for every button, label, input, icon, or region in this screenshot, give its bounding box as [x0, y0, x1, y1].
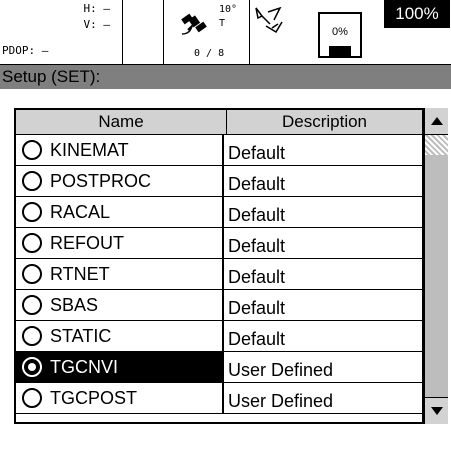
description-cell: User Defined: [228, 360, 334, 380]
scroll-up-button[interactable]: [425, 108, 448, 135]
link-icon: [255, 6, 283, 34]
table-body: KINEMAT Default POSTPROC Default RACAL D…: [16, 135, 422, 414]
elevation-mask-value: 10°: [219, 4, 238, 15]
table-row[interactable]: TGCPOST User Defined: [16, 383, 422, 414]
battery-level: 100%: [384, 0, 450, 28]
arrow-up-icon: [430, 117, 443, 125]
memory-usage-value: 0%: [332, 26, 348, 38]
table-row[interactable]: REFOUT Default: [16, 228, 422, 259]
config-name: RTNET: [50, 264, 110, 284]
radio-button[interactable]: [22, 202, 42, 222]
vertical-scrollbar[interactable]: [424, 108, 448, 424]
memory-card-icon: 0%: [318, 12, 362, 58]
position-quality-panel: H: – V: – PDOP: –: [0, 0, 123, 64]
name-cell: RTNET: [16, 259, 224, 289]
memory-panel[interactable]: 0%: [310, 0, 380, 64]
height-quality-value: H: –: [83, 2, 111, 15]
config-name: KINEMAT: [50, 140, 129, 160]
description-cell: Default: [228, 329, 286, 349]
config-name: POSTPROC: [50, 171, 152, 191]
name-cell: TGCNVI: [16, 352, 224, 382]
name-cell: RACAL: [16, 197, 224, 227]
satellite-type-label: T: [219, 18, 226, 29]
name-cell: REFOUT: [16, 228, 224, 258]
column-header-description[interactable]: Description: [227, 110, 422, 134]
config-name: RACAL: [50, 202, 111, 222]
name-cell: TGCPOST: [16, 383, 224, 413]
description-cell: Default: [228, 205, 286, 225]
pdop-value: PDOP: –: [2, 44, 49, 57]
config-name: SBAS: [50, 295, 99, 315]
status-bar: H: – V: – PDOP: – 10° T 0 / 8 0% 100%: [0, 0, 451, 65]
radio-button[interactable]: [22, 295, 42, 315]
scroll-down-button[interactable]: [425, 397, 448, 424]
radio-button[interactable]: [22, 233, 42, 253]
radio-button[interactable]: [22, 326, 42, 346]
description-cell: Default: [228, 236, 286, 256]
status-empty-cell: [123, 0, 164, 64]
arrow-down-icon: [430, 407, 443, 415]
satellite-count: 0 / 8: [194, 48, 225, 59]
table-row[interactable]: RTNET Default: [16, 259, 422, 290]
description-cell: Default: [228, 298, 286, 318]
page-title: Setup (SET):: [0, 65, 451, 89]
table-row[interactable]: POSTPROC Default: [16, 166, 422, 197]
satellite-icon: [181, 13, 207, 35]
description-cell: Default: [228, 143, 286, 163]
radio-button[interactable]: [22, 171, 42, 191]
memory-card-slot: [329, 46, 351, 56]
config-name: REFOUT: [50, 233, 124, 253]
link-panel[interactable]: [250, 0, 310, 64]
battery-panel[interactable]: 100%: [382, 0, 451, 64]
name-cell: KINEMAT: [16, 135, 224, 165]
table-row[interactable]: TGCNVI User Defined: [16, 352, 422, 383]
config-name: STATIC: [50, 326, 112, 346]
position-quality-value: V: –: [83, 18, 111, 31]
table-row[interactable]: RACAL Default: [16, 197, 422, 228]
description-cell: Default: [228, 267, 286, 287]
radio-button[interactable]: [22, 388, 42, 408]
table-row[interactable]: KINEMAT Default: [16, 135, 422, 166]
name-cell: STATIC: [16, 321, 224, 351]
name-cell: POSTPROC: [16, 166, 224, 196]
description-cell: User Defined: [228, 391, 334, 411]
radio-button[interactable]: [22, 357, 42, 377]
table-row[interactable]: SBAS Default: [16, 290, 422, 321]
column-header-name[interactable]: Name: [16, 110, 227, 134]
radio-button[interactable]: [22, 140, 42, 160]
description-cell: Default: [228, 174, 286, 194]
radio-button[interactable]: [22, 264, 42, 284]
config-name: TGCPOST: [50, 388, 138, 408]
satellite-panel[interactable]: 10° T 0 / 8: [164, 0, 250, 64]
name-cell: SBAS: [16, 290, 224, 320]
config-name: TGCNVI: [50, 357, 119, 377]
table-header: Name Description: [16, 110, 422, 135]
table-row[interactable]: STATIC Default: [16, 321, 422, 352]
scroll-thumb[interactable]: [425, 135, 448, 155]
config-set-table: Name Description KINEMAT Default POSTPRO…: [14, 108, 424, 424]
